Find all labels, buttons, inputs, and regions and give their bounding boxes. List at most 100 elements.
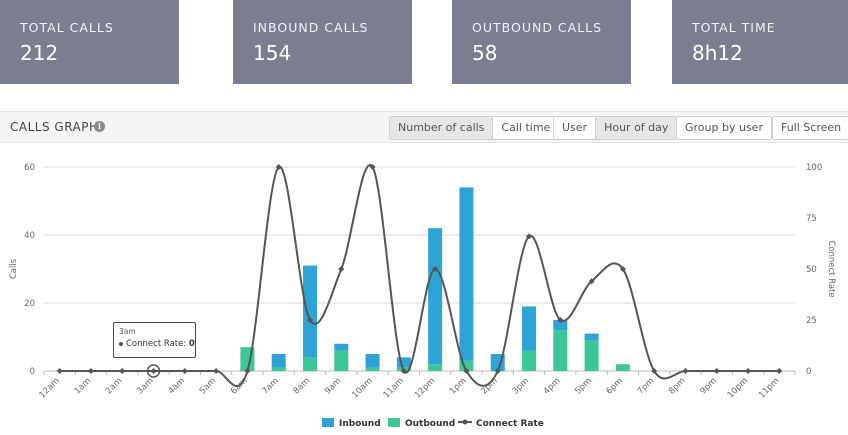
number-of-calls-button[interactable]: Number of calls xyxy=(389,116,494,140)
x-tick-label: 4am xyxy=(166,376,186,396)
x-tick-label: 2am xyxy=(104,376,124,396)
bar-outbound xyxy=(302,357,317,371)
x-tick-label: 12am xyxy=(38,376,62,400)
stat-value: 58 xyxy=(472,41,498,65)
bar-inbound xyxy=(459,187,474,361)
stat-label: INBOUND CALLS xyxy=(253,20,369,35)
bar-outbound xyxy=(428,364,443,371)
bar-outbound xyxy=(584,340,599,371)
stat-value: 154 xyxy=(253,41,292,65)
y2-tick-label: 0 xyxy=(806,367,811,377)
tooltip-value: 0 xyxy=(188,339,195,349)
stat-value: 212 xyxy=(20,41,59,65)
legend-rate-label: Connect Rate xyxy=(476,419,544,429)
connect-rate-point xyxy=(181,368,188,374)
tooltip-time: 3am xyxy=(119,327,136,336)
x-tick-label: 9pm xyxy=(698,376,719,397)
x-tick-label: 3pm xyxy=(511,376,532,397)
bar-outbound xyxy=(553,330,568,371)
hour-of-day-button[interactable]: Hour of day xyxy=(596,116,678,140)
bar-outbound xyxy=(365,367,380,371)
y2-tick-label: 25 xyxy=(806,316,817,326)
x-tick-label: 10am xyxy=(350,376,374,400)
grouping-toggle: User Hour of day xyxy=(553,116,678,140)
total-calls-card: TOTAL CALLS 212 xyxy=(0,0,179,84)
full-screen-group: Full Screen xyxy=(772,116,848,140)
y-axis-title: Calls xyxy=(9,258,19,279)
y2-axis-title: Connect Rate xyxy=(826,240,836,297)
bar-inbound xyxy=(365,354,380,368)
calls-chart: 0 20 40 60 0 25 50 75 100 Calls Connect Rate 12am 1a… xyxy=(9,163,836,429)
x-tick-label: 3am xyxy=(135,376,155,396)
x-tick-label: 7am xyxy=(260,376,280,396)
bar-inbound xyxy=(522,306,537,351)
legend-outbound-swatch xyxy=(388,418,400,427)
connect-rate-point xyxy=(338,266,345,272)
y-tick-label: 20 xyxy=(24,299,35,309)
x-tick-label: 9am xyxy=(323,376,343,396)
bar-outbound xyxy=(334,350,349,371)
x-tick-label: 8am xyxy=(292,376,312,396)
x-tick-label: 1pm xyxy=(448,376,469,397)
connect-rate-point xyxy=(150,368,157,374)
user-button[interactable]: User xyxy=(553,116,597,140)
connect-rate-point xyxy=(56,368,63,374)
tooltip-series: Connect Rate: xyxy=(126,339,187,349)
y-tick-label: 40 xyxy=(24,231,35,241)
bar-inbound xyxy=(584,333,599,341)
info-icon[interactable]: i xyxy=(94,121,105,132)
y-tick-label: 0 xyxy=(30,367,35,377)
stat-label: OUTBOUND CALLS xyxy=(472,20,603,35)
x-tick-label: 1am xyxy=(73,376,93,396)
x-tick-label: 10pm xyxy=(726,376,750,400)
call-time-button[interactable]: Call time xyxy=(493,116,560,140)
calls-graph-header: CALLS GRAPH i Number of calls Call time … xyxy=(0,111,848,143)
connect-rate-point xyxy=(87,368,94,374)
y2-tick-label: 75 xyxy=(806,214,817,224)
x-tick-label: 5am xyxy=(198,376,218,396)
y2-tick-label: 50 xyxy=(806,265,817,275)
legend-outbound-label: Outbound xyxy=(405,419,455,429)
x-tick-label: 7pm xyxy=(636,376,657,397)
total-time-card: TOTAL TIME 8h12 xyxy=(672,0,848,84)
full-screen-button[interactable]: Full Screen xyxy=(772,116,848,140)
x-tick-label: 11am xyxy=(382,376,406,400)
connect-rate-point xyxy=(682,368,689,374)
inbound-calls-card: INBOUND CALLS 154 xyxy=(233,0,412,84)
bar-inbound xyxy=(334,343,349,351)
stat-value: 8h12 xyxy=(692,41,743,65)
bar-outbound xyxy=(522,350,537,371)
tooltip-dot-icon xyxy=(119,341,123,346)
connect-rate-point xyxy=(213,368,220,374)
stat-label: TOTAL CALLS xyxy=(20,20,114,35)
bar-inbound xyxy=(271,354,286,368)
legend-inbound-label: Inbound xyxy=(339,419,381,429)
bar-outbound xyxy=(271,367,286,371)
x-tick-label: 4pm xyxy=(542,376,563,397)
x-tick-label: 8pm xyxy=(667,376,688,397)
x-tick-label: 12pm xyxy=(413,376,437,400)
legend-rate-point xyxy=(462,419,468,425)
x-tick-label: 6pm xyxy=(604,376,625,397)
chart-tooltip: 3am Connect Rate: 0 xyxy=(113,322,196,358)
x-tick-label: 5pm xyxy=(573,376,594,397)
group-by-user-button[interactable]: Group by user xyxy=(676,116,772,140)
bar-inbound xyxy=(396,357,411,368)
connect-rate-point xyxy=(119,368,126,374)
bar-inbound xyxy=(302,265,317,358)
group-by-user-group: Group by user xyxy=(676,116,772,140)
panel-title: CALLS GRAPH xyxy=(10,120,99,134)
connect-rate-point xyxy=(776,368,783,374)
bar-outbound xyxy=(615,364,630,371)
legend-inbound-swatch xyxy=(322,418,334,427)
y-tick-label: 60 xyxy=(24,163,35,173)
connect-rate-point xyxy=(713,368,720,374)
outbound-calls-card: OUTBOUND CALLS 58 xyxy=(452,0,631,84)
x-tick-label: 11pm xyxy=(757,376,781,400)
metric-toggle: Number of calls Call time xyxy=(389,116,560,140)
bar-inbound xyxy=(428,228,443,365)
tooltip-line: Connect Rate: 0 xyxy=(119,339,195,349)
stat-label: TOTAL TIME xyxy=(692,20,776,35)
connect-rate-point xyxy=(745,368,752,374)
y2-tick-label: 100 xyxy=(806,163,822,173)
